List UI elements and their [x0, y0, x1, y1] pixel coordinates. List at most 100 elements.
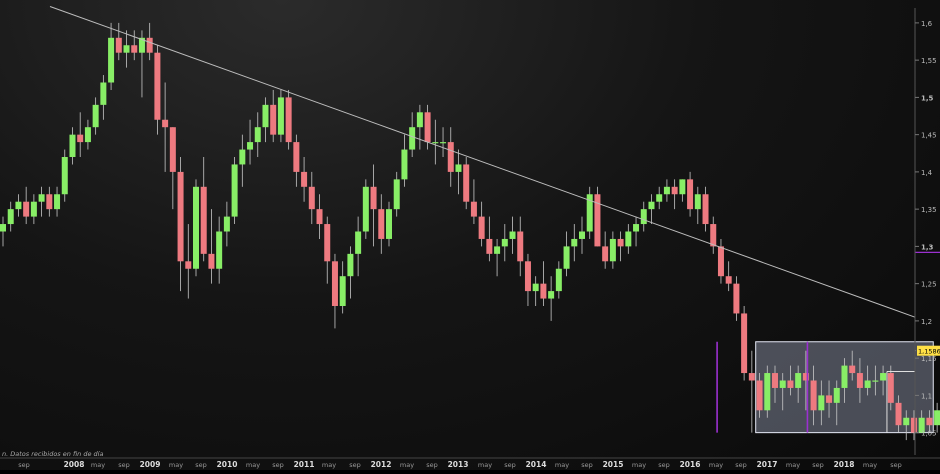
candle-down: [540, 283, 547, 299]
candle-up: [38, 194, 45, 202]
x-tick-label: may: [478, 461, 492, 469]
candle-up: [108, 37, 115, 83]
candle-up: [69, 134, 76, 157]
candle-up: [339, 276, 346, 306]
candle-up: [872, 380, 879, 382]
x-tick-label: sep: [812, 461, 824, 469]
candle-down: [887, 373, 894, 403]
candle-up: [795, 373, 802, 388]
candle-down: [910, 417, 917, 433]
last-price-label: 1,1586: [918, 348, 940, 356]
x-tick-label: sep: [890, 461, 902, 469]
candle-down: [185, 261, 192, 269]
x-tick-label: sep: [349, 461, 361, 469]
candle-up: [579, 231, 585, 239]
candle-up: [30, 201, 37, 217]
candle-down: [517, 231, 524, 262]
x-tick-label: 2012: [371, 460, 392, 469]
candle-down: [617, 238, 624, 247]
x-tick-label: 2013: [448, 460, 469, 469]
candle-up: [663, 186, 670, 195]
candle-down: [810, 380, 817, 411]
candle-up: [100, 82, 107, 105]
x-tick-label: may: [632, 461, 646, 469]
price-chart: 1,05 1,1 1,15 1,2 1,25 1,3 1,35 1,4 1,45 1,5 1,55 1…: [0, 0, 940, 470]
candle-up: [15, 201, 22, 210]
candle-up: [903, 417, 910, 426]
candle-down: [177, 171, 184, 262]
candle-up: [355, 231, 362, 254]
candle-down: [324, 224, 331, 262]
candle-down: [772, 373, 778, 388]
candle-up: [92, 104, 99, 128]
candle-up: [440, 142, 447, 144]
candle-up: [833, 387, 840, 403]
candle-up: [555, 268, 562, 292]
candle-down: [208, 253, 215, 269]
candle-down: [856, 373, 863, 388]
footnote: n. Datos recibidos en fin de día: [2, 450, 103, 458]
candlestick-chart: 1,05 1,1 1,15 1,2 1,25 1,3 1,35 1,4 1,45 1,5 1,55 1…: [0, 6, 940, 469]
candle-up: [532, 283, 539, 292]
y-tick-label: 1,5: [921, 94, 934, 102]
candle-down: [131, 45, 138, 53]
candle-down: [331, 261, 338, 306]
x-tick-label: sep: [658, 461, 670, 469]
candle-up: [694, 194, 701, 210]
candle-down: [849, 365, 856, 374]
candle-down: [378, 209, 385, 239]
candle-down: [23, 201, 30, 217]
candle-up: [609, 238, 616, 262]
x-tick-label: sep: [195, 461, 207, 469]
candle-up: [254, 127, 261, 143]
candle-down: [370, 186, 377, 210]
candle-up: [864, 380, 871, 388]
descending-trendline: [49, 6, 916, 318]
candle-up: [633, 224, 640, 232]
x-tick-label: may: [555, 461, 569, 469]
candle-down: [733, 283, 740, 314]
candle-up: [509, 231, 516, 239]
candle-down: [115, 37, 122, 53]
y-tick-label: 1,25: [921, 281, 937, 289]
x-tick-label: may: [169, 461, 183, 469]
x-tick-label: 2015: [603, 460, 624, 469]
candle-up: [679, 179, 686, 195]
candle-down: [169, 127, 176, 172]
candle-down: [748, 373, 755, 381]
candle-down: [470, 201, 477, 217]
x-tick-label: may: [709, 461, 723, 469]
candle-up: [216, 231, 223, 269]
x-tick-label: sep: [581, 461, 593, 469]
x-tick-label: sep: [735, 461, 747, 469]
candle-up: [362, 186, 369, 232]
candle-down: [46, 194, 53, 210]
y-tick-label: 1,35: [921, 206, 937, 214]
candle-down: [787, 380, 794, 388]
x-tick-label: 2011: [294, 460, 315, 469]
candle-up: [7, 209, 14, 225]
candle-up: [880, 373, 887, 381]
x-tick-label: 2010: [217, 460, 238, 469]
candle-down: [602, 246, 609, 262]
y-tick-label: 1,1: [921, 392, 932, 400]
x-tick-label: may: [91, 461, 105, 469]
x-tick-label: 2014: [526, 460, 547, 469]
candle-up: [548, 291, 555, 299]
x-tick-label: sep: [272, 461, 284, 469]
candle-up: [934, 410, 940, 426]
candle-up: [193, 186, 199, 269]
candle-down: [478, 216, 485, 239]
x-tick-label: may: [786, 461, 800, 469]
candle-down: [741, 313, 748, 374]
x-tick-label: 2017: [757, 460, 778, 469]
candle-up: [393, 179, 400, 210]
y-tick-label: 1,05: [921, 430, 937, 438]
candle-down: [725, 276, 732, 284]
candle-down: [895, 402, 902, 426]
candle-up: [239, 149, 246, 165]
y-tick-label: 1,55: [921, 57, 937, 65]
candle-up: [386, 209, 392, 239]
candle-down: [162, 119, 169, 128]
candle-up: [416, 112, 423, 128]
